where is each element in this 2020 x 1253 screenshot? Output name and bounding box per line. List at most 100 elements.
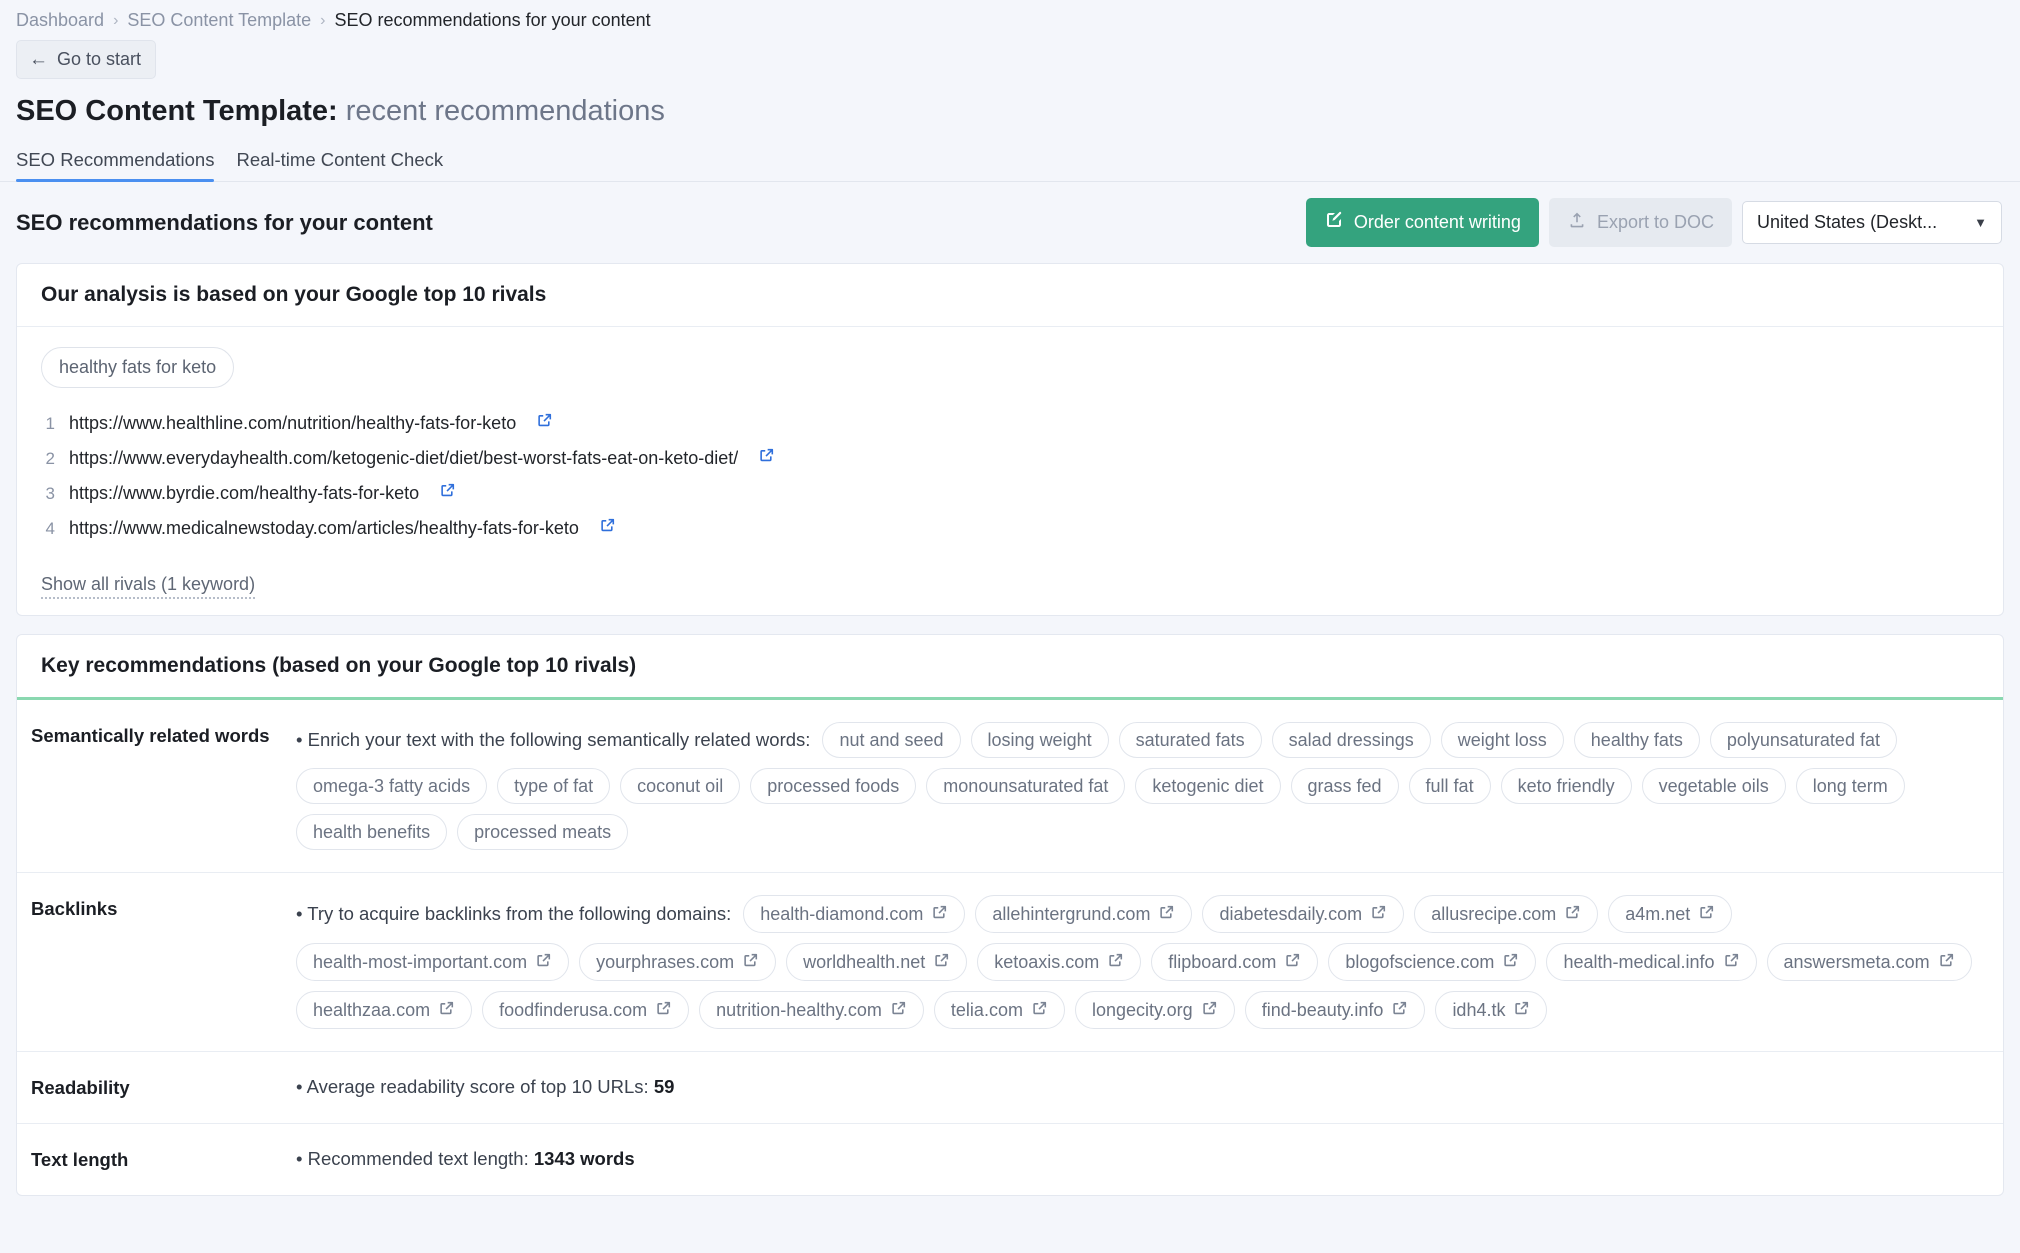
external-link-icon[interactable] [1391, 1000, 1408, 1020]
related-word-chip: monounsaturated fat [926, 768, 1125, 804]
pencil-square-icon [1324, 210, 1344, 235]
app-page: Dashboard›SEO Content Template›SEO recom… [0, 0, 2020, 1253]
external-link-icon[interactable] [890, 1000, 907, 1020]
external-link-icon[interactable] [1284, 952, 1301, 972]
external-link-icon[interactable] [438, 1000, 455, 1020]
show-all-rivals-link[interactable]: Show all rivals (1 keyword) [41, 574, 255, 599]
chip-label: healthy fats [1591, 731, 1683, 749]
external-link-icon[interactable] [931, 904, 948, 924]
external-link-icon[interactable] [1158, 904, 1175, 924]
chip-label: blogofscience.com [1345, 953, 1494, 971]
export-to-doc-button[interactable]: Export to DOC [1549, 198, 1732, 247]
tab-real-time-content-check[interactable]: Real-time Content Check [236, 149, 443, 181]
chip-label: diabetesdaily.com [1219, 905, 1362, 923]
backlink-chip[interactable]: idh4.tk [1435, 991, 1547, 1029]
rival-url: https://www.carbmanager.com/article/x07h… [69, 551, 900, 552]
recommendation-content: • Average readability score of top 10 UR… [296, 1074, 1979, 1101]
related-word-chip: health benefits [296, 814, 447, 850]
external-link-icon[interactable] [1370, 904, 1387, 924]
related-word-chip: processed foods [750, 768, 916, 804]
keyword-chip[interactable]: healthy fats for keto [41, 347, 234, 388]
backlink-chip[interactable]: allusrecipe.com [1414, 895, 1598, 933]
backlink-chip[interactable]: worldhealth.net [786, 943, 967, 981]
recommendation-content: • Enrich your text with the following se… [296, 722, 1979, 850]
external-link-icon[interactable] [1938, 952, 1955, 972]
backlink-chip[interactable]: health-diamond.com [743, 895, 965, 933]
rival-row: 5https://www.carbmanager.com/article/x07… [41, 546, 1979, 552]
section-actions: Order content writing Export to DOC Unit… [1306, 198, 2002, 247]
external-link-icon[interactable] [535, 952, 552, 972]
related-word-chip: losing weight [971, 722, 1109, 758]
go-to-start-button[interactable]: ← Go to start [16, 40, 156, 79]
breadcrumb-item[interactable]: SEO Content Template [127, 10, 311, 31]
chip-label: telia.com [951, 1001, 1023, 1019]
external-link-icon[interactable] [536, 411, 553, 435]
external-link-icon[interactable] [1031, 1000, 1048, 1020]
upload-icon [1567, 210, 1587, 235]
rival-url: https://www.healthline.com/nutrition/hea… [69, 411, 516, 435]
chip-label: nut and seed [839, 731, 943, 749]
external-link-icon[interactable] [599, 516, 616, 540]
external-link-icon[interactable] [1513, 1000, 1530, 1020]
related-word-chip: grass fed [1291, 768, 1399, 804]
chip-label: polyunsaturated fat [1727, 731, 1880, 749]
external-link-icon[interactable] [1698, 904, 1715, 924]
backlink-chip[interactable]: blogofscience.com [1328, 943, 1536, 981]
chip-label: health-diamond.com [760, 905, 923, 923]
external-link-icon[interactable] [1201, 1000, 1218, 1020]
chip-label: a4m.net [1625, 905, 1690, 923]
recommendation-text: • Average readability score of top 10 UR… [296, 1074, 1979, 1101]
external-link-icon[interactable] [933, 952, 950, 972]
tab-seo-recommendations[interactable]: SEO Recommendations [16, 149, 214, 181]
backlink-chip[interactable]: health-most-important.com [296, 943, 569, 981]
external-link-icon[interactable] [439, 481, 456, 505]
backlink-chip[interactable]: longecity.org [1075, 991, 1235, 1029]
backlink-chip[interactable]: yourphrases.com [579, 943, 776, 981]
backlink-chip[interactable]: find-beauty.info [1245, 991, 1426, 1029]
backlink-chip[interactable]: answersmeta.com [1767, 943, 1972, 981]
recommendation-lead: • Enrich your text with the following se… [296, 731, 810, 750]
locale-select[interactable]: United States (Deskt... ▼ [1742, 201, 2002, 244]
backlink-chip[interactable]: diabetesdaily.com [1202, 895, 1404, 933]
related-word-chip: coconut oil [620, 768, 740, 804]
section-heading: SEO recommendations for your content [16, 210, 433, 236]
related-word-chip: full fat [1409, 768, 1491, 804]
section-toolbar: SEO recommendations for your content Ord… [0, 182, 2020, 263]
recommendation-text: • Recommended text length: 1343 words [296, 1146, 1979, 1173]
backlink-chip[interactable]: health-medical.info [1546, 943, 1756, 981]
external-link-icon[interactable] [1502, 952, 1519, 972]
recommendation-row: Readability• Average readability score o… [17, 1052, 2003, 1124]
related-word-chip: type of fat [497, 768, 610, 804]
recommendation-content: • Recommended text length: 1343 words [296, 1146, 1979, 1173]
backlink-chip[interactable]: a4m.net [1608, 895, 1732, 933]
page-title-strong: SEO Content Template: [16, 95, 338, 128]
tab-bar: SEO Recommendations Real-time Content Che… [0, 128, 2020, 182]
related-word-chip: long term [1796, 768, 1905, 804]
backlink-chip[interactable]: telia.com [934, 991, 1065, 1029]
external-link-icon[interactable] [655, 1000, 672, 1020]
external-link-icon[interactable] [1564, 904, 1581, 924]
breadcrumb-item: SEO recommendations for your content [335, 10, 651, 31]
backlink-chip[interactable]: allehintergrund.com [975, 895, 1192, 933]
chip-label: worldhealth.net [803, 953, 925, 971]
order-content-writing-button[interactable]: Order content writing [1306, 198, 1539, 247]
rival-row: 2https://www.everydayhealth.com/ketogeni… [41, 441, 1979, 476]
backlink-chip[interactable]: nutrition-healthy.com [699, 991, 924, 1029]
external-link-icon[interactable] [742, 952, 759, 972]
external-link-icon[interactable] [920, 551, 937, 552]
recommendation-label: Readability [31, 1074, 296, 1101]
external-link-icon[interactable] [758, 446, 775, 470]
external-link-icon[interactable] [1107, 952, 1124, 972]
backlink-chip[interactable]: healthzaa.com [296, 991, 472, 1029]
rivals-card-body: healthy fats for keto 1 https://www.healt… [17, 327, 2003, 615]
chip-label: yourphrases.com [596, 953, 734, 971]
rivals-card-heading: Our analysis is based on your Google top… [17, 264, 2003, 327]
backlink-chip[interactable]: foodfinderusa.com [482, 991, 689, 1029]
breadcrumb-item[interactable]: Dashboard [16, 10, 104, 31]
recommendation-lead: • Average readability score of top 10 UR… [296, 1076, 654, 1097]
backlink-chip[interactable]: flipboard.com [1151, 943, 1318, 981]
breadcrumb: Dashboard›SEO Content Template›SEO recom… [0, 0, 2020, 31]
rival-rank: 1 [41, 413, 55, 436]
backlink-chip[interactable]: ketoaxis.com [977, 943, 1141, 981]
external-link-icon[interactable] [1723, 952, 1740, 972]
